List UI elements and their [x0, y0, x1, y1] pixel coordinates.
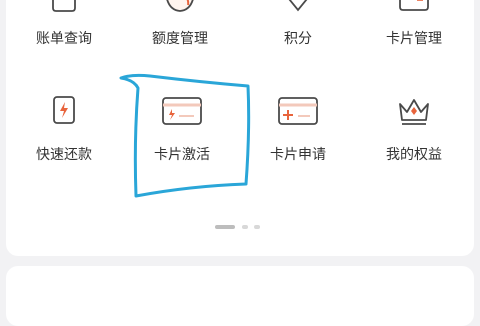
menu-item-label: 卡片管理	[386, 31, 442, 47]
menu-item-card-manage[interactable]: 卡片管理	[364, 0, 464, 52]
bill-icon	[52, 0, 76, 12]
menu-item-card-apply[interactable]: 卡片申请	[248, 92, 348, 172]
menu-item-bill-query[interactable]: 账单查询	[14, 0, 114, 52]
menu-item-label: 我的权益	[386, 147, 442, 163]
card-apply-icon	[278, 97, 318, 125]
menu-item-credit-limit[interactable]: 额度管理	[130, 0, 230, 52]
card-activate-icon	[162, 97, 202, 125]
menu-item-label: 卡片激活	[154, 147, 210, 163]
egg-icon	[166, 0, 194, 12]
menu-item-points[interactable]: 积分	[248, 0, 348, 52]
secondary-card	[6, 266, 474, 326]
menu-item-quick-repay[interactable]: 快速还款	[14, 92, 114, 172]
menu-item-label: 账单查询	[36, 31, 92, 47]
crown-icon	[399, 99, 429, 125]
menu-item-label: 卡片申请	[270, 147, 326, 163]
lightning-icon	[53, 96, 75, 124]
card-manage-icon	[399, 0, 429, 11]
page-dot-active	[215, 225, 235, 229]
page-dot	[242, 225, 248, 229]
points-icon	[288, 0, 308, 12]
menu-item-my-benefits[interactable]: 我的权益	[364, 92, 464, 172]
menu-item-card-activate[interactable]: 卡片激活	[132, 92, 232, 172]
menu-item-label: 积分	[284, 31, 312, 47]
menu-item-label: 额度管理	[152, 31, 208, 47]
page-dot	[254, 225, 260, 229]
menu-item-label: 快速还款	[36, 147, 92, 163]
